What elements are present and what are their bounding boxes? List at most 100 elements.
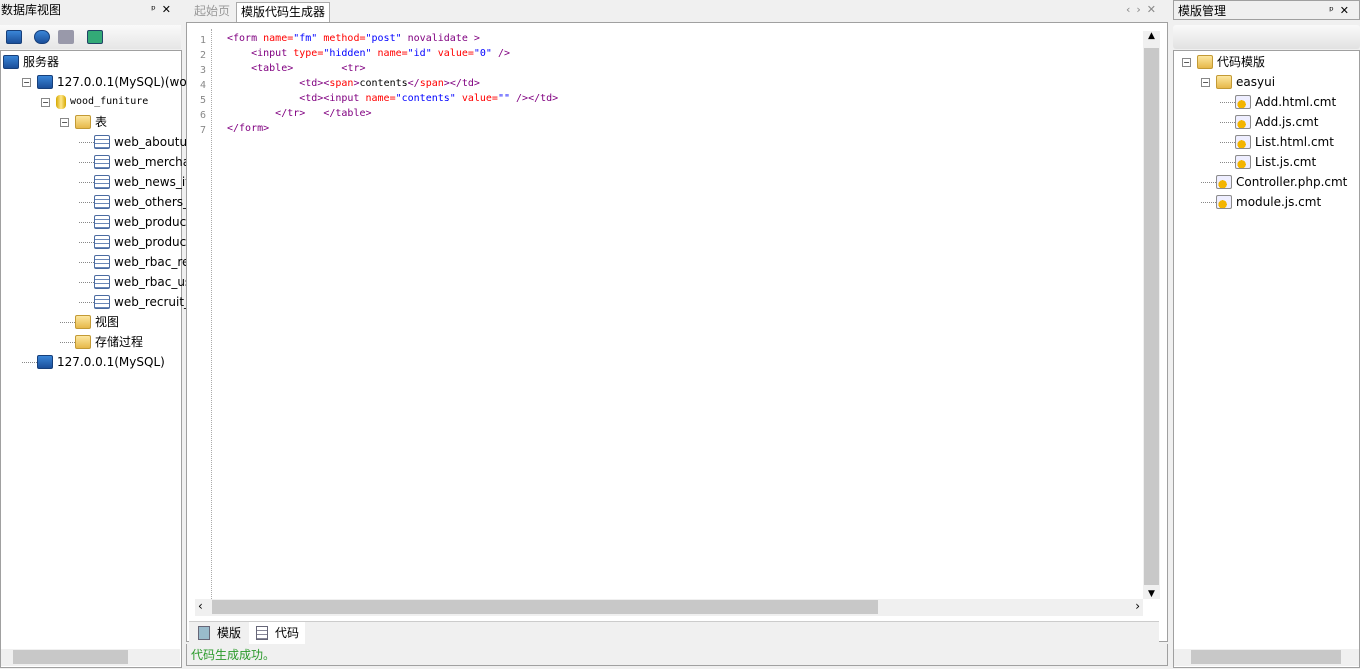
code-editor[interactable]: 1 <form name="fm" method="post" novalidat… xyxy=(186,22,1168,644)
tree-item[interactable]: Add.js.cmt xyxy=(1220,112,1318,132)
tree-item[interactable]: 服务器 xyxy=(3,52,59,72)
code-token: <tr> xyxy=(341,63,366,74)
tree-item[interactable]: web_product_c xyxy=(79,212,204,232)
template-mgr-titlebar: 模版管理 ᵖ✕ xyxy=(1173,0,1360,20)
code-token: /></td> xyxy=(510,93,559,104)
collapse-icon[interactable]: − xyxy=(22,77,31,87)
add-connection-icon[interactable] xyxy=(6,30,22,44)
code-line: <form name="fm" method="post" novalidate… xyxy=(227,31,480,46)
tree-item[interactable]: web_rbac_user xyxy=(79,272,204,292)
code-token: type= xyxy=(287,48,324,59)
db-tree-hscrollbar[interactable] xyxy=(1,649,180,666)
template-mgr-title: 模版管理 xyxy=(1178,4,1227,18)
code-line: <td><span>contents</span></td> xyxy=(227,76,480,91)
code-token: "id" xyxy=(407,48,432,59)
code-token: </table> xyxy=(323,108,372,119)
tree-item[interactable]: − 代码模版 xyxy=(1182,52,1265,72)
scroll-up-icon[interactable]: ▲ xyxy=(1143,31,1160,41)
template-tree-hscrollbar[interactable] xyxy=(1174,649,1359,666)
tree-item[interactable]: web_rbac_reso xyxy=(79,252,203,272)
table-icon xyxy=(94,215,110,229)
code-token: </form> xyxy=(227,123,270,134)
tab[interactable]: 模版代码生成器 xyxy=(236,2,331,22)
scroll-down-icon[interactable]: ▼ xyxy=(1143,589,1160,599)
tab[interactable]: 起始页 xyxy=(190,2,234,22)
tree-item[interactable]: − 表 xyxy=(60,112,107,132)
line-number: 7 xyxy=(199,125,206,136)
collapse-icon[interactable]: − xyxy=(1201,77,1210,87)
scroll-left-icon[interactable]: ‹ xyxy=(198,599,203,613)
close-icon[interactable]: ✕ xyxy=(162,3,177,16)
tab-bar: 起始页 模版代码生成器 ‹›✕ xyxy=(186,0,1168,22)
code-token: <td><input xyxy=(299,93,360,104)
db-view-titlebar: 数据库视图 ᵖ✕ xyxy=(0,0,181,20)
folder-icon xyxy=(75,315,91,329)
table-icon xyxy=(94,295,110,309)
code-line: <input type="hidden" name="id" value="0"… xyxy=(227,46,510,61)
code-token: "post" xyxy=(365,33,402,44)
tree-item[interactable]: web_aboutus_i xyxy=(79,132,203,152)
tree-item[interactable]: − wood_funiture xyxy=(41,92,148,112)
refresh-icon[interactable] xyxy=(87,30,103,44)
tree-item[interactable]: −127.0.0.1(MySQL)(wood_ xyxy=(22,72,208,92)
code-token: </tr> xyxy=(275,108,306,119)
template-file-icon xyxy=(1216,175,1232,189)
pin-icon[interactable]: ᵖ xyxy=(1329,4,1340,17)
bottom-tab-bar: 模版 代码 xyxy=(189,621,1159,644)
tree-item[interactable]: List.html.cmt xyxy=(1220,132,1334,152)
tree-item[interactable]: List.js.cmt xyxy=(1220,152,1316,172)
code-token: "contents" xyxy=(395,93,456,104)
computer-icon xyxy=(37,75,53,89)
code-token: name= xyxy=(371,48,408,59)
tree-item-label: 存储过程 xyxy=(95,335,144,349)
tree-item[interactable]: 127.0.0.1(MySQL) xyxy=(22,352,165,372)
code-token: value= xyxy=(431,48,474,59)
tab-next-icon[interactable]: › xyxy=(1136,3,1146,16)
tree-item[interactable]: Add.html.cmt xyxy=(1220,92,1336,112)
bottom-tab[interactable]: 模版 xyxy=(191,622,247,644)
folder-icon xyxy=(75,335,91,349)
close-icon[interactable]: ✕ xyxy=(1340,4,1355,17)
tree-item-label: easyui xyxy=(1236,75,1276,89)
tab-prev-icon[interactable]: ‹ xyxy=(1126,3,1136,16)
computer-icon xyxy=(37,355,53,369)
line-number: 3 xyxy=(199,65,206,76)
tab-close-icon[interactable]: ✕ xyxy=(1147,3,1162,16)
editor-vscrollbar[interactable]: ▲ ▼ xyxy=(1143,31,1160,599)
tree-item[interactable]: − easyui xyxy=(1201,72,1275,92)
code-token: method= xyxy=(317,33,366,44)
scroll-right-icon[interactable]: › xyxy=(1135,599,1140,613)
tree-item-label: module.js.cmt xyxy=(1236,195,1322,209)
tree-item[interactable]: 视图 xyxy=(60,312,119,332)
collapse-icon[interactable]: − xyxy=(60,117,69,127)
bottom-tab[interactable]: 代码 xyxy=(249,622,306,644)
code-token: "hidden" xyxy=(323,48,372,59)
tree-item[interactable]: 存储过程 xyxy=(60,332,143,352)
code-token: name= xyxy=(359,93,396,104)
tree-item[interactable]: Controller.php.cmt xyxy=(1201,172,1347,192)
tree-item-label: List.html.cmt xyxy=(1255,135,1334,149)
code-token: contents xyxy=(359,78,408,89)
template-file-icon xyxy=(1235,115,1251,129)
code-line: <td><input name="contents" value="" /></… xyxy=(227,91,558,106)
template-toolbar xyxy=(1173,25,1360,49)
collapse-icon[interactable]: − xyxy=(41,97,50,107)
bottom-tab-label: 模版 xyxy=(217,626,242,640)
code-line: </form> xyxy=(227,121,269,136)
code-token: <input xyxy=(251,48,288,59)
pin-icon[interactable]: ᵖ xyxy=(151,3,162,16)
code-token: value= xyxy=(455,93,498,104)
database-icon xyxy=(56,95,66,109)
tree-item-label: Add.js.cmt xyxy=(1255,115,1319,129)
db-tree: 服务器 −127.0.0.1(MySQL)(wood_ − wood_funiture… xyxy=(0,50,209,668)
tree-item[interactable]: module.js.cmt xyxy=(1201,192,1321,212)
connect-icon[interactable] xyxy=(34,30,50,44)
editor-hscrollbar[interactable]: ‹ › xyxy=(195,599,1143,616)
code-token: "fm" xyxy=(293,33,318,44)
collapse-icon[interactable]: − xyxy=(1182,57,1191,67)
disconnect-icon[interactable] xyxy=(58,30,74,44)
template-file-icon xyxy=(1235,95,1251,109)
